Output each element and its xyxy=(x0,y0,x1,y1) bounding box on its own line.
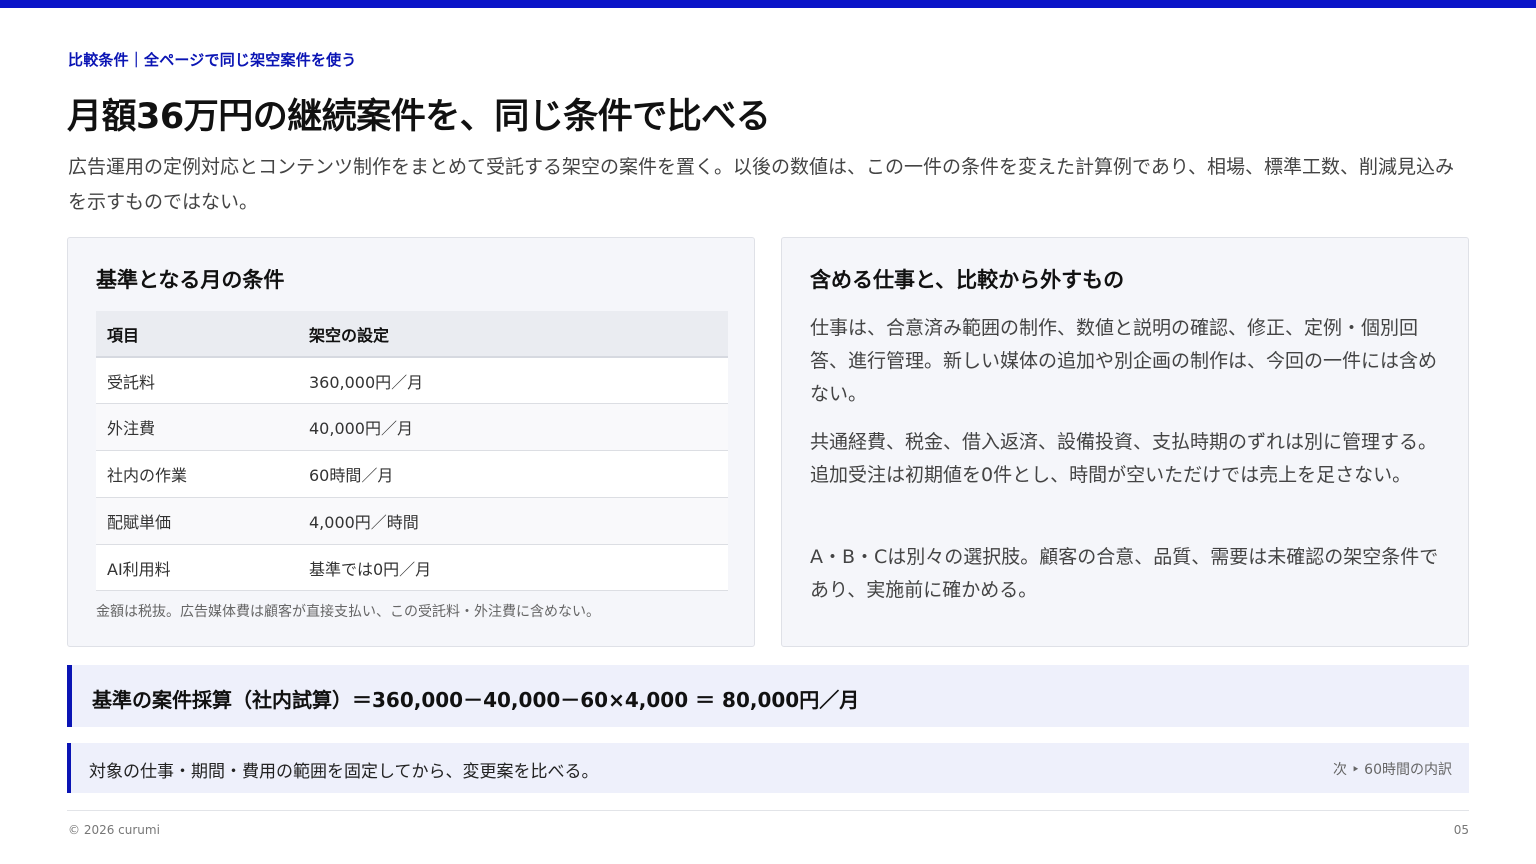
scope-paragraph: A・B・Cは別々の選択肢。顧客の合意、品質、需要は未確認の架空条件であり、実施前… xyxy=(810,546,1439,601)
table-row: AI利用料 基準では0円／月 xyxy=(96,544,728,592)
top-accent-bar xyxy=(0,0,1536,8)
scope-paragraph: 仕事は、合意済み範囲の制作、数値と説明の確認、修正、定例・個別回答、進行管理。新… xyxy=(810,317,1438,405)
next-page-link[interactable]: 次 ‣ 60時間の内訳 xyxy=(1333,759,1452,779)
row-label: 配賦単価 xyxy=(96,497,298,545)
lead-paragraph: 広告運用の定例対応とコンテンツ制作をまとめて受託する架空の案件を置く。以後の数値… xyxy=(68,156,1455,213)
row-label: 社内の作業 xyxy=(96,450,298,498)
formula-text: 基準の案件採算（社内試算）＝360,000－40,000－60×4,000 ＝ … xyxy=(92,688,860,712)
row-value: 40,000円／月 xyxy=(298,403,728,452)
summary-callout: 対象の仕事・期間・費用の範囲を固定してから、変更案を比べる。 次 ‣ 60時間の… xyxy=(67,743,1469,793)
footer-divider xyxy=(67,810,1469,811)
scope-card: 含める仕事と、比較から外すもの 仕事は、合意済み範囲の制作、数値と説明の確認、修… xyxy=(781,237,1469,647)
row-value: 360,000円／月 xyxy=(298,357,728,405)
base-conditions-card: 基準となる月の条件 項目 架空の設定 受託料 360,000円／月 外注費 40… xyxy=(67,237,755,647)
column-header-setting: 架空の設定 xyxy=(298,311,728,358)
row-value: 基準では0円／月 xyxy=(298,544,728,592)
table-note: 金額は税抜。広告媒体費は顧客が直接支払い、この受託料・外注費に含めない。 xyxy=(96,604,600,620)
row-label: 外注費 xyxy=(96,403,298,452)
row-value: 60時間／月 xyxy=(298,450,728,498)
conditions-table: 項目 架空の設定 受託料 360,000円／月 外注費 40,000円／月 社内… xyxy=(96,311,728,592)
table-row: 受託料 360,000円／月 xyxy=(96,357,728,405)
copyright: © 2026 curumi xyxy=(68,823,160,837)
page-title: 月額36万円の継続案件を、同じ条件で比べる xyxy=(67,97,771,137)
row-value: 4,000円／時間 xyxy=(298,497,728,545)
table-row: 外注費 40,000円／月 xyxy=(96,403,728,452)
table-row: 配賦単価 4,000円／時間 xyxy=(96,497,728,545)
formula-callout: 基準の案件採算（社内試算）＝360,000－40,000－60×4,000 ＝ … xyxy=(67,665,1469,727)
scope-paragraph: 共通経費、税金、借入返済、設備投資、支払時期のずれは別に管理する。追加受注は初期… xyxy=(810,431,1438,486)
column-header-item: 項目 xyxy=(96,311,298,358)
eyebrow: 比較条件｜全ページで同じ架空案件を使う xyxy=(68,51,357,69)
table-header-row: 項目 架空の設定 xyxy=(96,311,728,358)
row-label: AI利用料 xyxy=(96,544,298,592)
row-label: 受託料 xyxy=(96,357,298,405)
summary-text: 対象の仕事・期間・費用の範囲を固定してから、変更案を比べる。 xyxy=(89,762,599,782)
table-row: 社内の作業 60時間／月 xyxy=(96,450,728,498)
card-heading: 基準となる月の条件 xyxy=(96,268,285,292)
page-number: 05 xyxy=(1453,823,1469,837)
card-heading: 含める仕事と、比較から外すもの xyxy=(810,268,1125,292)
